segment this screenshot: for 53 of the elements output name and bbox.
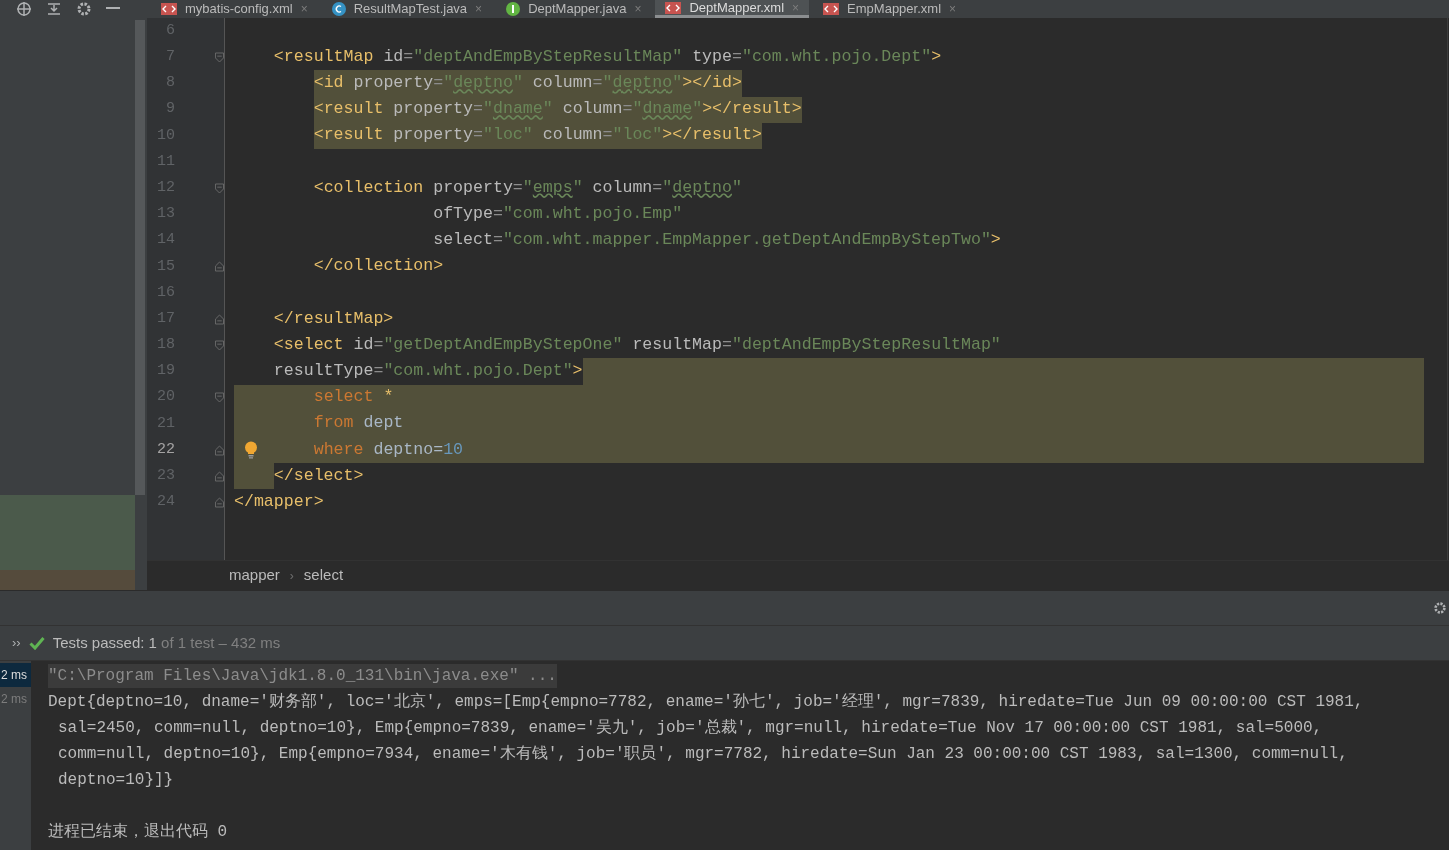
console-output: comm=null, deptno=10}, Emp{empno=7934, ename='木有钱', job='职员', mgr=7782, hiredate=Sun Jan 23 00:00:00 CST 1983, sal=1300, comm=null, xyxy=(58,744,1348,765)
expand-icon[interactable]: ›› xyxy=(12,633,21,653)
code-line: select * xyxy=(313,386,394,409)
code-line: resultType="com.wht.pojo.Dept"> xyxy=(273,360,583,383)
code-line: </select> xyxy=(273,464,364,487)
lightbulb-icon[interactable] xyxy=(244,441,258,459)
console-command: "C:\Program Files\Java\jdk1.8.0_131\bin\java.exe" ... xyxy=(48,664,557,688)
code-line: </mapper> xyxy=(234,491,324,513)
code-line: where deptno=10 xyxy=(313,438,464,461)
line-number: 22 xyxy=(157,439,175,460)
code-line: ofType="com.wht.pojo.Emp" xyxy=(433,202,683,225)
interface-icon xyxy=(506,2,521,16)
xml-file-icon xyxy=(823,3,840,15)
exit-message: 进程已结束，退出代码 0 xyxy=(48,822,228,843)
settings-icon[interactable] xyxy=(1433,601,1447,615)
test-timing[interactable]: 2 ms xyxy=(0,663,31,687)
fold-end-icon[interactable] xyxy=(215,444,224,456)
code-line: <select id="getDeptAndEmpByStepOne" resultMap="deptAndEmpByStepResultMap" xyxy=(273,333,1001,356)
console-output: Dept{deptno=10, dname='财务部', loc='北京', emps=[Emp{empno=7782, ename='孙七', job='经理', mgr=7839, hiredate=Tue Jun 09 00:00:00 CST 1981, xyxy=(48,691,1364,713)
fold-end-icon[interactable] xyxy=(215,496,224,508)
class-icon xyxy=(331,2,346,16)
code-line: from dept xyxy=(313,412,404,435)
fold-icon[interactable] xyxy=(215,392,224,404)
fold-end-icon[interactable] xyxy=(215,470,224,482)
code-line: </collection> xyxy=(313,255,444,278)
console-output: sal=2450, comm=null, deptno=10}, Emp{empno=7839, ename='吴九', job='总裁', mgr=null, hiredate=Tue Nov 17 00:00:00 CST 1981, sal=5000, xyxy=(58,718,1323,739)
code-line: <resultMap id="deptAndEmpByStepResultMap" type="com.wht.pojo.Dept"> xyxy=(273,45,942,68)
fold-icon[interactable] xyxy=(215,51,224,63)
editor-tab[interactable]: mybatis-config.xml × xyxy=(151,0,318,18)
chevron-icon: › xyxy=(289,566,294,585)
code-line: select="com.wht.mapper.EmpMapper.getDeptAndEmpByStepTwo"> xyxy=(433,229,1001,252)
fold-icon[interactable] xyxy=(215,182,224,194)
minimize-icon[interactable] xyxy=(106,7,120,11)
xml-file-icon xyxy=(161,3,177,15)
fold-end-icon[interactable] xyxy=(215,313,224,325)
editor-tab[interactable]: DeptMapper.java × xyxy=(496,0,652,18)
fold-end-icon[interactable] xyxy=(215,261,224,273)
breadcrumb[interactable]: select xyxy=(303,564,344,587)
code-line: <collection property="emps" column="deptno" xyxy=(313,176,742,199)
console-output: deptno=10}]} xyxy=(58,770,174,791)
fold-icon[interactable] xyxy=(215,339,224,351)
collapse-icon[interactable] xyxy=(46,2,62,16)
editor-tab[interactable]: ResultMapTest.java × xyxy=(321,0,493,18)
editor-tab[interactable]: EmpMapper.xml × xyxy=(813,0,967,18)
test-status: Tests passed: 1 of 1 test – 432 ms xyxy=(52,632,281,653)
breadcrumb[interactable]: mapper xyxy=(229,564,280,587)
scrollbar[interactable] xyxy=(135,20,145,495)
editor-tab[interactable]: DeptMapper.xml × xyxy=(655,0,810,18)
crosshair-icon[interactable] xyxy=(16,1,32,17)
xml-file-icon xyxy=(665,1,682,14)
code-line: </resultMap> xyxy=(273,307,394,330)
settings-icon[interactable] xyxy=(76,1,92,17)
check-icon xyxy=(28,636,45,650)
